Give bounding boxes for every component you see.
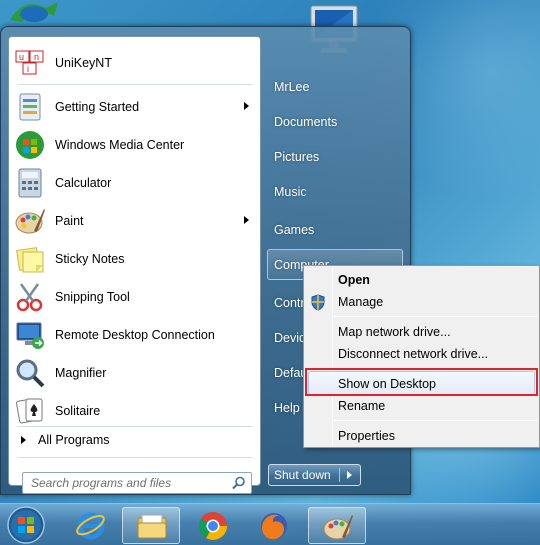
program-solitaire[interactable]: Solitaire	[12, 393, 257, 429]
svg-text:n: n	[34, 52, 39, 62]
paint-icon	[15, 209, 45, 234]
separator	[17, 84, 253, 85]
taskbar-paint[interactable]	[308, 507, 366, 544]
separator	[17, 426, 253, 427]
right-item-pictures[interactable]: Pictures	[274, 150, 319, 164]
sticky-notes-icon	[16, 247, 44, 273]
right-item-help[interactable]: Help	[274, 401, 300, 415]
unikey-icon: u n i	[15, 50, 44, 75]
solitaire-icon	[16, 398, 43, 424]
menu-item-disconnect-network-drive[interactable]: Disconnect network drive...	[338, 347, 488, 361]
program-label: Solitaire	[55, 404, 101, 418]
submenu-arrow-icon[interactable]	[244, 102, 249, 110]
firefox-icon	[261, 513, 287, 540]
media-center-icon	[16, 131, 44, 159]
program-label: Windows Media Center	[55, 138, 185, 152]
program-calculator[interactable]: Calculator	[12, 165, 257, 201]
search-icon[interactable]	[231, 475, 247, 491]
shutdown-options-arrow-icon[interactable]	[347, 471, 352, 479]
program-windows-media-center[interactable]: Windows Media Center	[12, 127, 257, 163]
program-label: UniKeyNT	[55, 56, 112, 70]
menu-item-map-network-drive[interactable]: Map network drive...	[338, 325, 451, 339]
menu-item-manage[interactable]: Manage	[338, 295, 383, 309]
program-label: Magnifier	[55, 366, 107, 380]
program-label: Calculator	[55, 176, 112, 190]
taskbar-firefox[interactable]	[245, 507, 303, 544]
menu-item-rename[interactable]: Rename	[338, 399, 385, 413]
program-snipping-tool[interactable]: Snipping Tool	[12, 279, 257, 315]
menu-separator	[334, 420, 537, 421]
program-label: Remote Desktop Connection	[55, 328, 215, 342]
windows-explorer-icon	[137, 514, 167, 539]
submenu-arrow-icon[interactable]	[244, 216, 249, 224]
right-item-devices[interactable]: Devic	[274, 331, 305, 345]
taskbar	[0, 503, 540, 545]
svg-text:u: u	[19, 52, 24, 62]
program-paint[interactable]: Paint	[12, 203, 257, 239]
program-label: Paint	[55, 214, 84, 228]
shutdown-button[interactable]: Shut down	[268, 464, 361, 486]
program-sticky-notes[interactable]: Sticky Notes	[12, 241, 257, 277]
all-programs-arrow-icon	[21, 436, 26, 444]
separator	[17, 457, 253, 458]
all-programs-label: All Programs	[38, 433, 110, 447]
right-item-control-panel[interactable]: Contr	[274, 296, 305, 310]
computer-context-menu: Open Manage Map network drive... Disconn…	[303, 265, 540, 448]
search-input[interactable]: Search programs and files	[22, 472, 252, 494]
snipping-tool-icon	[16, 283, 43, 312]
taskbar-windows-explorer[interactable]	[122, 507, 180, 544]
uac-shield-icon	[311, 294, 325, 311]
right-item-documents[interactable]: Documents	[274, 115, 337, 129]
right-item-music[interactable]: Music	[274, 185, 307, 199]
chrome-icon	[199, 512, 227, 540]
taskbar-chrome[interactable]	[184, 507, 242, 544]
program-label: Getting Started	[55, 100, 140, 114]
all-programs-button[interactable]: All Programs	[17, 429, 255, 451]
paint-icon	[323, 515, 353, 540]
program-label: Snipping Tool	[55, 290, 130, 304]
menu-item-properties[interactable]: Properties	[338, 429, 395, 443]
program-label: Sticky Notes	[55, 252, 125, 266]
getting-started-icon	[19, 93, 41, 121]
program-getting-started[interactable]: Getting Started	[12, 89, 257, 125]
program-remote-desktop[interactable]: Remote Desktop Connection	[12, 317, 257, 353]
remote-desktop-icon	[16, 322, 44, 349]
desktop-shortcut-icon[interactable]	[6, 0, 64, 24]
internet-explorer-icon	[76, 512, 105, 540]
menu-icon-gutter	[332, 268, 333, 445]
annotation-highlight-box	[305, 368, 538, 396]
right-item-games[interactable]: Games	[274, 223, 314, 237]
menu-item-open[interactable]: Open	[338, 273, 370, 287]
magnifier-icon	[16, 359, 45, 388]
taskbar-internet-explorer[interactable]	[62, 507, 120, 544]
right-item-user[interactable]: MrLee	[274, 80, 309, 94]
program-unikeynt[interactable]: u n i UniKeyNT	[12, 45, 257, 81]
calculator-icon	[18, 168, 42, 198]
start-orb-icon[interactable]	[6, 505, 46, 545]
shutdown-label: Shut down	[269, 468, 340, 482]
programs-pane: u n i UniKeyNT Getting Started Windows M…	[8, 36, 261, 494]
program-magnifier[interactable]: Magnifier	[12, 355, 257, 391]
menu-separator	[334, 316, 537, 317]
svg-text:i: i	[27, 64, 29, 74]
search-placeholder: Search programs and files	[31, 476, 172, 490]
